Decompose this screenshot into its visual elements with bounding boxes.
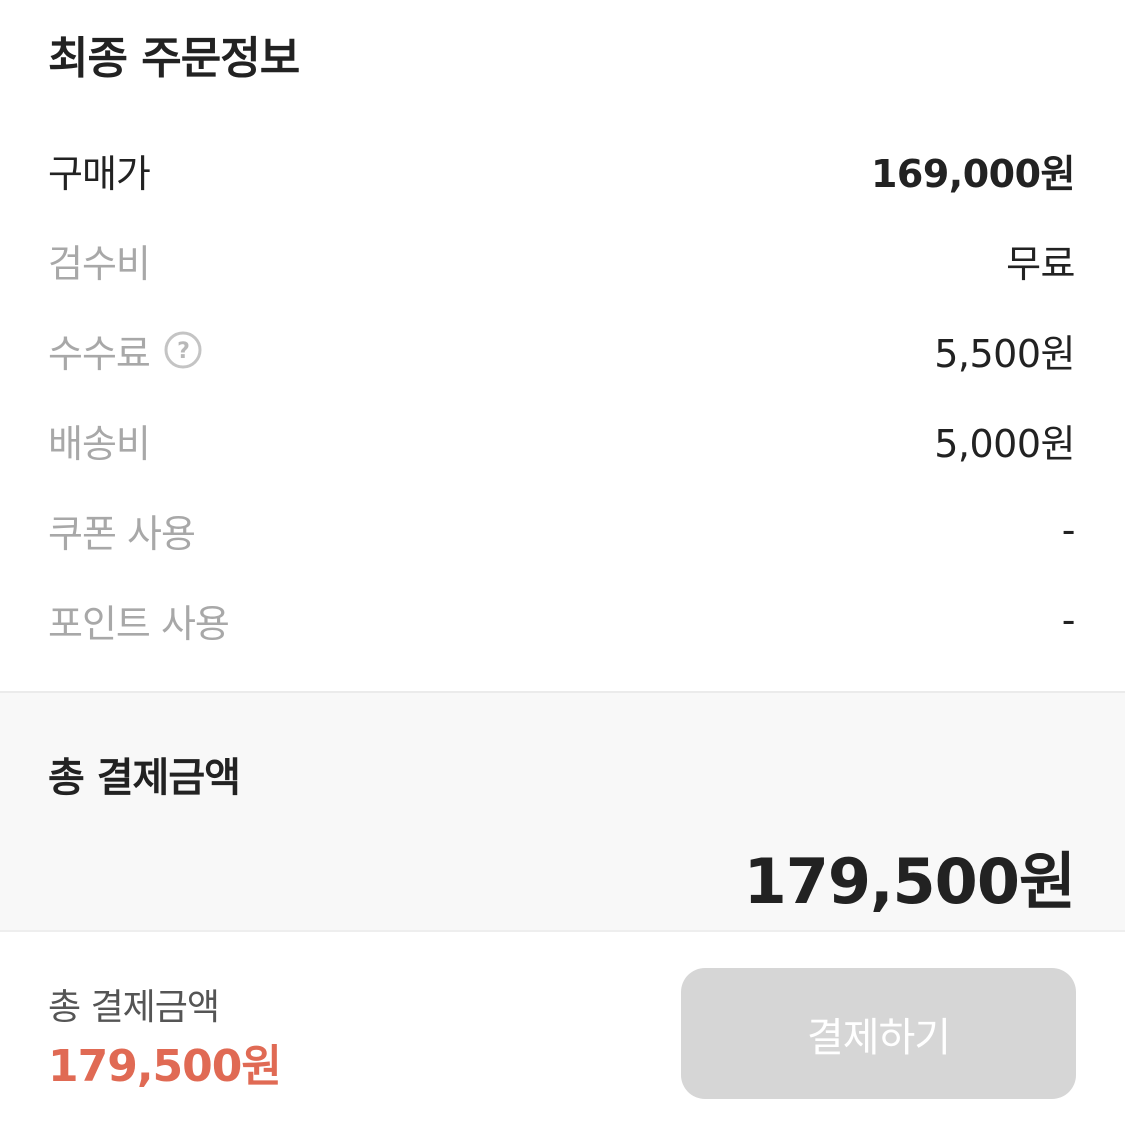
commission-fee-value: 5,500원 xyxy=(934,331,1075,376)
row-purchase-price: 구매가 169,000원 xyxy=(48,140,1076,200)
inspection-fee-value: 무료 xyxy=(1006,241,1075,286)
bottom-total-amount: 179,500원 xyxy=(48,1041,282,1092)
purchase-price-label: 구매가 xyxy=(48,151,151,196)
row-inspection-fee: 검수비 무료 xyxy=(48,230,1075,290)
order-summary-page: 최종 주문정보 구매가 169,000원 검수비 무료 수수료 ? 5,500원 xyxy=(0,0,1125,1125)
total-payment-label: 총 결제금액 xyxy=(48,755,241,801)
coupon-use-label: 쿠폰 사용 xyxy=(48,511,196,556)
row-point-use: 포인트 사용 - xyxy=(48,590,1076,650)
row-coupon-use: 쿠폰 사용 - xyxy=(48,500,1076,560)
bottom-total-label: 총 결제금액 xyxy=(48,987,220,1028)
order-info-section: 최종 주문정보 구매가 169,000원 검수비 무료 수수료 ? 5,500원 xyxy=(0,0,1125,692)
question-circle-icon[interactable]: ? xyxy=(164,331,202,369)
coupon-use-value: - xyxy=(1061,508,1076,552)
shipping-fee-value: 5,000원 xyxy=(934,421,1075,466)
svg-text:?: ? xyxy=(177,339,189,364)
commission-fee-label-group: 수수료 ? xyxy=(48,323,202,378)
total-payment-panel: 총 결제금액 179,500원 xyxy=(0,693,1125,930)
point-use-value: - xyxy=(1061,598,1076,642)
section-title: 최종 주문정보 xyxy=(48,33,300,84)
row-commission-fee: 수수료 ? 5,500원 xyxy=(48,320,1075,380)
shipping-fee-label: 배송비 xyxy=(48,421,151,466)
total-payment-amount: 179,500원 xyxy=(743,845,1076,918)
purchase-price-value: 169,000원 xyxy=(870,151,1076,196)
row-shipping-fee: 배송비 5,000원 xyxy=(48,410,1075,470)
pay-button[interactable]: 결제하기 xyxy=(681,968,1076,1099)
point-use-label: 포인트 사용 xyxy=(48,601,230,646)
inspection-fee-label: 검수비 xyxy=(48,241,151,286)
commission-fee-label: 수수료 xyxy=(48,331,151,376)
bottom-payment-bar: 총 결제금액 179,500원 결제하기 xyxy=(0,930,1125,1125)
